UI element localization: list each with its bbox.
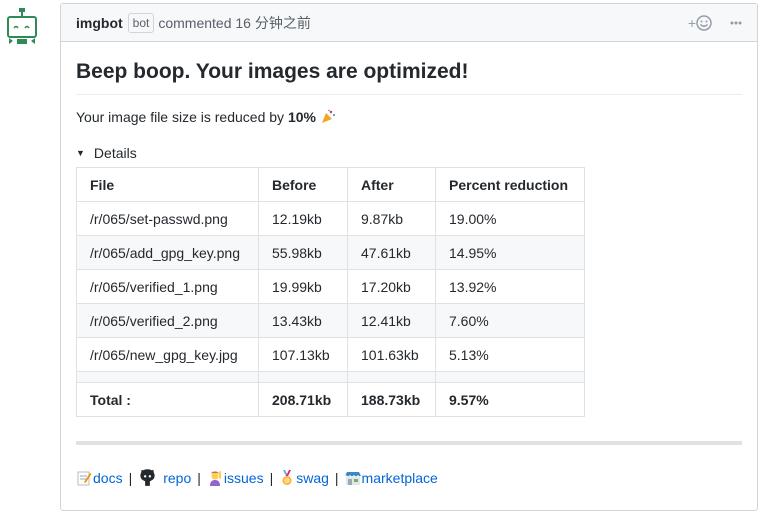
- swag-link[interactable]: swag: [296, 470, 329, 486]
- kebab-icon[interactable]: [730, 15, 742, 31]
- bot-badge: bot: [127, 12, 155, 33]
- marketplace-link[interactable]: marketplace: [362, 470, 438, 486]
- footer-links: docs | repo | issues | swag | marketplac…: [76, 468, 742, 487]
- summary-text: Your image file size is reduced by 10%: [76, 109, 742, 125]
- total-percent: 9.57%: [435, 382, 585, 417]
- table-row: /r/065/set-passwd.png 12.19kb 9.87kb 19.…: [76, 201, 585, 236]
- party-popper-icon: [321, 109, 335, 123]
- octocat-icon: [140, 469, 155, 486]
- table-row: /r/065/verified_1.png 19.99kb 17.20kb 13…: [76, 269, 585, 304]
- add-reaction-button[interactable]: +: [688, 15, 712, 31]
- cell-before: 55.98kb: [258, 235, 348, 270]
- cell-percent: 7.60%: [435, 303, 585, 338]
- separator: |: [197, 469, 201, 486]
- table-row: /r/065/verified_2.png 13.43kb 12.41kb 7.…: [76, 303, 585, 338]
- optimization-table: File Before After Percent reduction /r/0…: [76, 167, 585, 417]
- separator: |: [128, 469, 133, 486]
- cell-file: /r/065/verified_1.png: [76, 269, 259, 304]
- cell-before: 13.43kb: [258, 303, 348, 338]
- cell-file: /r/065/verified_2.png: [76, 303, 259, 338]
- cell-before: 19.99kb: [258, 269, 348, 304]
- cell-file: /r/065/add_gpg_key.png: [76, 235, 259, 270]
- summary-prefix: Your image file size is reduced by: [76, 109, 288, 125]
- table-spacer-row: [76, 371, 585, 383]
- cell-percent: 5.13%: [435, 337, 585, 372]
- repo-link[interactable]: repo: [163, 470, 191, 486]
- cell-percent: 14.95%: [435, 235, 585, 270]
- cell-file: /r/065/new_gpg_key.jpg: [76, 337, 259, 372]
- section-divider: [76, 441, 742, 445]
- marketplace-icon: [344, 471, 361, 485]
- table-row: /r/065/add_gpg_key.png 55.98kb 47.61kb 1…: [76, 235, 585, 270]
- imgbot-avatar[interactable]: [5, 8, 39, 48]
- header-after: After: [347, 167, 436, 202]
- cell-percent: 19.00%: [435, 201, 585, 236]
- comment-header: imgbot bot commented 16 分钟之前 +: [61, 4, 757, 42]
- header-before: Before: [258, 167, 348, 202]
- separator: |: [269, 469, 274, 486]
- spacer-cell: [347, 371, 436, 383]
- cell-after: 17.20kb: [347, 269, 436, 304]
- cell-before: 107.13kb: [258, 337, 348, 372]
- author-link[interactable]: imgbot: [76, 15, 123, 31]
- comment-box: imgbot bot commented 16 分钟之前 + Beep boop…: [60, 3, 758, 511]
- details-toggle[interactable]: ▼ Details: [76, 145, 742, 161]
- comment-body: Beep boop. Your images are optimized! Yo…: [61, 42, 757, 487]
- table-total-row: Total : 208.71kb 188.73kb 9.57%: [76, 382, 585, 417]
- table-row: /r/065/new_gpg_key.jpg 107.13kb 101.63kb…: [76, 337, 585, 372]
- cell-file: /r/065/set-passwd.png: [76, 201, 259, 236]
- spacer-cell: [258, 371, 348, 383]
- memo-icon: [77, 471, 92, 485]
- smiley-icon: [696, 14, 712, 31]
- cell-percent: 13.92%: [435, 269, 585, 304]
- summary-percent: 10%: [287, 109, 316, 125]
- plus-icon: +: [687, 14, 696, 31]
- comment-title: Beep boop. Your images are optimized!: [76, 56, 742, 95]
- cell-before: 12.19kb: [258, 201, 348, 236]
- issues-link[interactable]: issues: [224, 470, 264, 486]
- expanded-triangle-icon: ▼: [76, 148, 85, 158]
- header-percent: Percent reduction: [435, 167, 585, 202]
- details-label: Details: [93, 145, 137, 161]
- spacer-cell: [76, 371, 259, 383]
- comment-timestamp[interactable]: commented 16 分钟之前: [158, 13, 311, 33]
- person-raising-hand-icon: [209, 470, 221, 486]
- header-file: File: [76, 167, 259, 202]
- total-label: Total :: [76, 382, 259, 417]
- cell-after: 47.61kb: [347, 235, 436, 270]
- docs-link[interactable]: docs: [93, 470, 123, 486]
- spacer-cell: [435, 371, 585, 383]
- cell-after: 9.87kb: [347, 201, 436, 236]
- total-before: 208.71kb: [258, 382, 348, 417]
- cell-after: 12.41kb: [347, 303, 436, 338]
- total-after: 188.73kb: [347, 382, 436, 417]
- separator: |: [334, 469, 339, 486]
- cell-after: 101.63kb: [347, 337, 436, 372]
- medal-icon: [282, 469, 292, 485]
